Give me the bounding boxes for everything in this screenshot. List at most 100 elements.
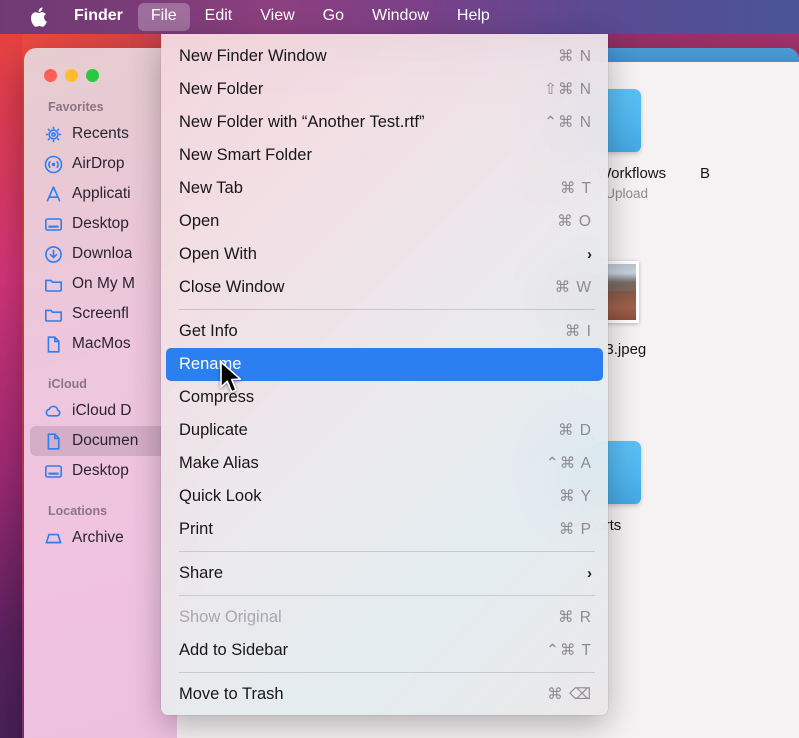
- file-menu-item-duplicate[interactable]: Duplicate ⌘ D: [161, 414, 608, 447]
- sidebar-item-on-my-m[interactable]: On My M: [30, 269, 171, 299]
- sidebar-item-label: Screenfl: [72, 305, 129, 322]
- sidebar-item-label: Downloa: [72, 245, 133, 262]
- file-menu-item-shortcut: ⌃⌘ A: [545, 455, 592, 472]
- file-menu-item-shortcut: ⌘ ⌫: [547, 686, 592, 703]
- file-menu-item-rename[interactable]: Rename: [166, 348, 603, 381]
- zoom-button[interactable]: [86, 69, 99, 82]
- menubar-item-go[interactable]: Go: [310, 3, 357, 31]
- file-menu-item-quick-look[interactable]: Quick Look ⌘ Y: [161, 480, 608, 513]
- file-menu-item-shortcut: ⌘ Y: [559, 488, 592, 505]
- file-menu-item-label: New Finder Window: [179, 47, 327, 65]
- file-dropdown-menu[interactable]: New Finder Window ⌘ N New Folder ⇧⌘ N New Fo…: [161, 34, 608, 715]
- menubar-item-finder[interactable]: Finder: [61, 3, 136, 31]
- file-menu-item-label: New Smart Folder: [179, 146, 312, 164]
- sidebar-item-downloa[interactable]: Downloa: [30, 239, 171, 269]
- file-menu-item-shortcut: ⌘ P: [558, 521, 592, 538]
- menubar-item-file[interactable]: File: [137, 3, 190, 31]
- sidebar-item-desktop[interactable]: Desktop: [30, 456, 171, 486]
- sidebar-item-icloud-d[interactable]: iCloud D: [30, 396, 171, 426]
- wallpaper-gradient-band: [0, 28, 22, 738]
- sidebar-item-label: Applicati: [72, 185, 131, 202]
- file-menu-item-label: Rename: [179, 355, 242, 373]
- file-item[interactable]: B: [700, 68, 799, 184]
- menu-separator: [179, 595, 595, 596]
- file-menu-item-label: Share: [179, 564, 224, 582]
- menu-separator: [179, 551, 595, 552]
- file-menu-item-shortcut: ⌘ D: [558, 422, 592, 439]
- sidebar-item-desktop[interactable]: Desktop: [30, 209, 171, 239]
- menubar-item-window[interactable]: Window: [359, 3, 442, 31]
- sidebar-item-label: AirDrop: [72, 155, 125, 172]
- menubar-item-view[interactable]: View: [247, 3, 307, 31]
- file-menu-item-add-to-sidebar[interactable]: Add to Sidebar ⌃⌘ T: [161, 634, 608, 667]
- file-menu-item-open[interactable]: Open ⌘ O: [161, 205, 608, 238]
- sidebar-item-label: Recents: [72, 125, 129, 142]
- document-icon: [44, 335, 63, 354]
- file-menu-item-label: Open: [179, 212, 220, 230]
- file-menu-item-shortcut: ⌘ I: [564, 323, 592, 340]
- file-menu-item-label: Duplicate: [179, 421, 248, 439]
- desktop-icon: [44, 462, 63, 481]
- sidebar-item-macmos[interactable]: MacMos: [30, 329, 171, 359]
- file-menu-item-new-folder[interactable]: New Folder ⇧⌘ N: [161, 73, 608, 106]
- menubar-item-help[interactable]: Help: [444, 3, 503, 31]
- sidebar-item-recents[interactable]: Recents: [30, 119, 171, 149]
- sidebar-item-documen[interactable]: Documen: [30, 426, 171, 456]
- sidebar-item-label: MacMos: [72, 335, 131, 352]
- file-menu-item-open-with[interactable]: Open With ›: [161, 238, 608, 271]
- cloud-icon: [44, 402, 63, 421]
- file-menu-item-move-to-trash[interactable]: Move to Trash ⌘ ⌫: [161, 678, 608, 711]
- file-menu-item-new-finder-window[interactable]: New Finder Window ⌘ N: [161, 40, 608, 73]
- sidebar-item-label: On My M: [72, 275, 135, 292]
- file-menu-item-new-tab[interactable]: New Tab ⌘ T: [161, 172, 608, 205]
- minimize-button[interactable]: [65, 69, 78, 82]
- file-menu-item-new-folder-with-another-test-rtf-[interactable]: New Folder with “Another Test.rtf” ⌃⌘ N: [161, 106, 608, 139]
- file-menu-item-shortcut: ⌘ W: [554, 279, 592, 296]
- file-menu-item-label: Show Original: [179, 608, 282, 626]
- folder-icon: [44, 305, 63, 324]
- file-menu-item-shortcut: ⌃⌘ T: [546, 642, 592, 659]
- applications-icon: [44, 185, 63, 204]
- file-menu-item-close-window[interactable]: Close Window ⌘ W: [161, 271, 608, 304]
- file-menu-item-shortcut: ⌘ N: [558, 48, 592, 65]
- file-menu-item-label: Add to Sidebar: [179, 641, 289, 659]
- file-menu-item-label: New Folder with “Another Test.rtf”: [179, 113, 425, 131]
- file-menu-item-compress[interactable]: Compress: [161, 381, 608, 414]
- finder-sidebar[interactable]: Favorites Recents AirDrop Applicati Desktop D…: [24, 48, 177, 738]
- file-menu-item-label: Close Window: [179, 278, 285, 296]
- sidebar-section-header-favorites: Favorites: [48, 100, 104, 114]
- sidebar-section-header-icloud: iCloud: [48, 377, 87, 391]
- macos-menu-bar[interactable]: Finder File Edit View Go Window Help: [0, 0, 799, 34]
- file-menu-item-label: Print: [179, 520, 213, 538]
- file-menu-item-make-alias[interactable]: Make Alias ⌃⌘ A: [161, 447, 608, 480]
- file-menu-item-shortcut: ⌃⌘ N: [544, 114, 592, 131]
- file-menu-item-new-smart-folder[interactable]: New Smart Folder: [161, 139, 608, 172]
- file-menu-item-shortcut: ⌘ T: [560, 180, 592, 197]
- chevron-right-icon: ›: [587, 565, 592, 582]
- file-menu-item-label: Open With: [179, 245, 257, 263]
- file-menu-item-show-original: Show Original ⌘ R: [161, 601, 608, 634]
- file-item-name: B: [700, 165, 711, 182]
- document-icon: [44, 432, 63, 451]
- apple-logo-icon[interactable]: [30, 7, 47, 27]
- close-button[interactable]: [44, 69, 57, 82]
- disk-icon: [44, 529, 63, 548]
- menubar-item-edit[interactable]: Edit: [192, 3, 246, 31]
- window-controls[interactable]: [24, 48, 177, 82]
- sidebar-item-archive[interactable]: Archive: [30, 523, 171, 553]
- file-menu-item-share[interactable]: Share ›: [161, 557, 608, 590]
- file-menu-item-label: New Folder: [179, 80, 264, 98]
- airdrop-icon: [44, 155, 63, 174]
- sidebar-item-applicati[interactable]: Applicati: [30, 179, 171, 209]
- folder-icon: [44, 275, 63, 294]
- file-menu-item-label: Make Alias: [179, 454, 259, 472]
- sidebar-item-airdrop[interactable]: AirDrop: [30, 149, 171, 179]
- chevron-right-icon: ›: [587, 246, 592, 263]
- file-menu-item-get-info[interactable]: Get Info ⌘ I: [161, 315, 608, 348]
- file-menu-item-print[interactable]: Print ⌘ P: [161, 513, 608, 546]
- sidebar-item-screenfl[interactable]: Screenfl: [30, 299, 171, 329]
- menu-separator: [179, 672, 595, 673]
- file-menu-item-label: Get Info: [179, 322, 238, 340]
- file-menu-item-shortcut: ⇧⌘ N: [544, 81, 592, 98]
- downloads-icon: [44, 245, 63, 264]
